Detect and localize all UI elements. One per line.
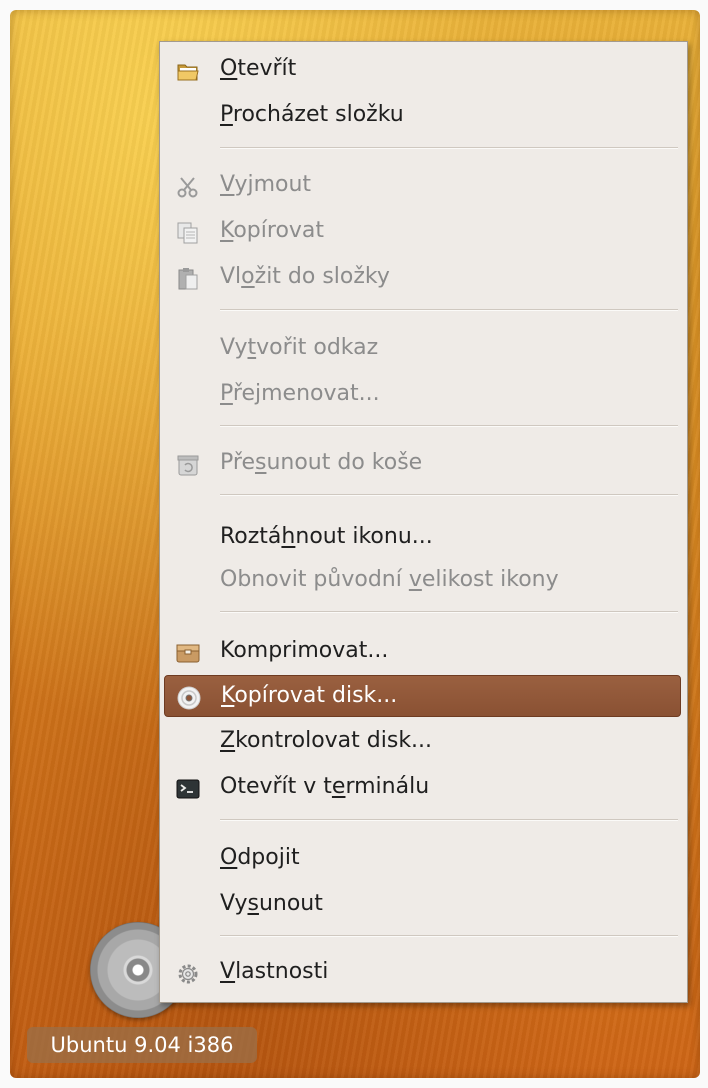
menu-item-mnemonic: P (220, 102, 233, 127)
menu-item-mnemonic: s (247, 891, 259, 916)
menu-item-label-post: opírovat (233, 218, 325, 243)
menu-item-open-in-terminal[interactable]: Otevřít v terminálu (164, 767, 681, 807)
menu-item-open[interactable]: Otevřít (164, 49, 681, 89)
menu-item-paste-into-folder[interactable]: Vložit do složky (164, 257, 681, 297)
menu-item-label-pre: Pře (220, 450, 255, 475)
menu-item-rename[interactable]: Přejmenovat... (164, 374, 681, 414)
menu-item-cut[interactable]: Vyjmout (164, 165, 681, 205)
menu-item-label-pre: Vl (220, 264, 242, 289)
menu-item-label-pre: Obnovit původní (220, 567, 409, 592)
menu-item-properties[interactable]: Vlastnosti (164, 952, 681, 992)
menu-item-restore-icon-size[interactable]: Obnovit původní velikost ikony (164, 560, 681, 600)
menu-item-mnemonic: K (220, 218, 234, 243)
scissors-icon (176, 173, 200, 198)
menu-separator (220, 425, 678, 427)
menu-item-mnemonic: P (220, 381, 233, 406)
menu-item-label-post: tevřít (237, 56, 297, 81)
menu-item-label-pre: Vy (220, 335, 248, 360)
menu-item-label: Komprimovat... (220, 638, 389, 663)
menu-item-check-disk[interactable]: Zkontrolovat disk... (164, 721, 681, 761)
menu-item-copy-disc[interactable]: Kopírovat disk... (164, 675, 681, 717)
menu-item-eject[interactable]: Vysunout (164, 884, 681, 924)
menu-item-label-post: žit do složky (254, 264, 390, 289)
menu-item-mnemonic: O (220, 56, 238, 81)
menu-item-mnemonic: h (281, 524, 296, 549)
trash-icon (176, 451, 200, 476)
menu-item-stretch-icon[interactable]: Roztáhnout ikonu... (164, 517, 681, 557)
menu-item-mnemonic: o (241, 264, 255, 289)
folder-open-icon (176, 57, 200, 81)
menu-item-label-post: dpojit (237, 845, 300, 870)
disc-icon (177, 684, 201, 710)
menu-item-mnemonic: s (254, 450, 267, 475)
menu-item-label-post: kontrolovat disk... (235, 728, 433, 753)
menu-item-label-post: elikost ikony (421, 567, 559, 592)
menu-item-mnemonic: e (331, 774, 346, 799)
menu-item-mnemonic: O (220, 845, 238, 870)
menu-item-mnemonic: t (247, 335, 257, 360)
menu-separator (220, 819, 678, 821)
menu-item-label-post: opírovat disk... (234, 683, 398, 708)
paste-icon (176, 265, 200, 290)
menu-separator (220, 611, 678, 613)
copy-icon (176, 219, 200, 244)
menu-item-make-link[interactable]: Vytvořit odkaz (164, 328, 681, 368)
menu-item-mnemonic: Z (220, 728, 236, 753)
menu-item-label-post: rminálu (345, 774, 430, 799)
menu-separator (220, 494, 678, 496)
context-menu: Otevřít Procházet složku Vyjmout Kopírov… (159, 41, 688, 1003)
menu-item-label-post: vořit odkaz (256, 335, 379, 360)
drive-label[interactable]: Ubuntu 9.04 i386 (27, 1027, 257, 1063)
menu-separator (220, 147, 678, 149)
menu-item-label-post: lastnosti (235, 959, 329, 984)
menu-item-label-pre: Vy (220, 891, 248, 916)
menu-item-label-post: řejmenovat... (232, 381, 380, 406)
menu-item-mnemonic: K (221, 683, 235, 708)
menu-item-label-pre: Otevřít v t (220, 774, 332, 799)
menu-item-label-post: nout ikonu... (295, 524, 433, 549)
menu-item-compress[interactable]: Komprimovat... (164, 631, 681, 671)
menu-item-mnemonic: V (220, 959, 236, 984)
menu-item-label-pre: Roztá (220, 524, 282, 549)
menu-item-move-to-trash[interactable]: Přesunout do koše (164, 443, 681, 483)
menu-item-label-post: yjmout (234, 172, 312, 197)
menu-item-mnemonic: V (220, 172, 235, 197)
menu-item-mnemonic: v (408, 567, 422, 592)
menu-item-browse-folder[interactable]: Procházet složku (164, 95, 681, 135)
gear-icon (176, 960, 200, 984)
archive-icon (176, 639, 200, 663)
menu-item-copy[interactable]: Kopírovat (164, 211, 681, 251)
menu-item-label-post: rocházet složku (232, 102, 404, 127)
menu-item-unmount[interactable]: Odpojit (164, 838, 681, 878)
menu-item-label-post: unout do koše (266, 450, 423, 475)
terminal-icon (176, 775, 200, 799)
menu-separator (220, 935, 678, 937)
menu-item-label-post: unout (258, 891, 323, 916)
menu-separator (220, 309, 678, 311)
